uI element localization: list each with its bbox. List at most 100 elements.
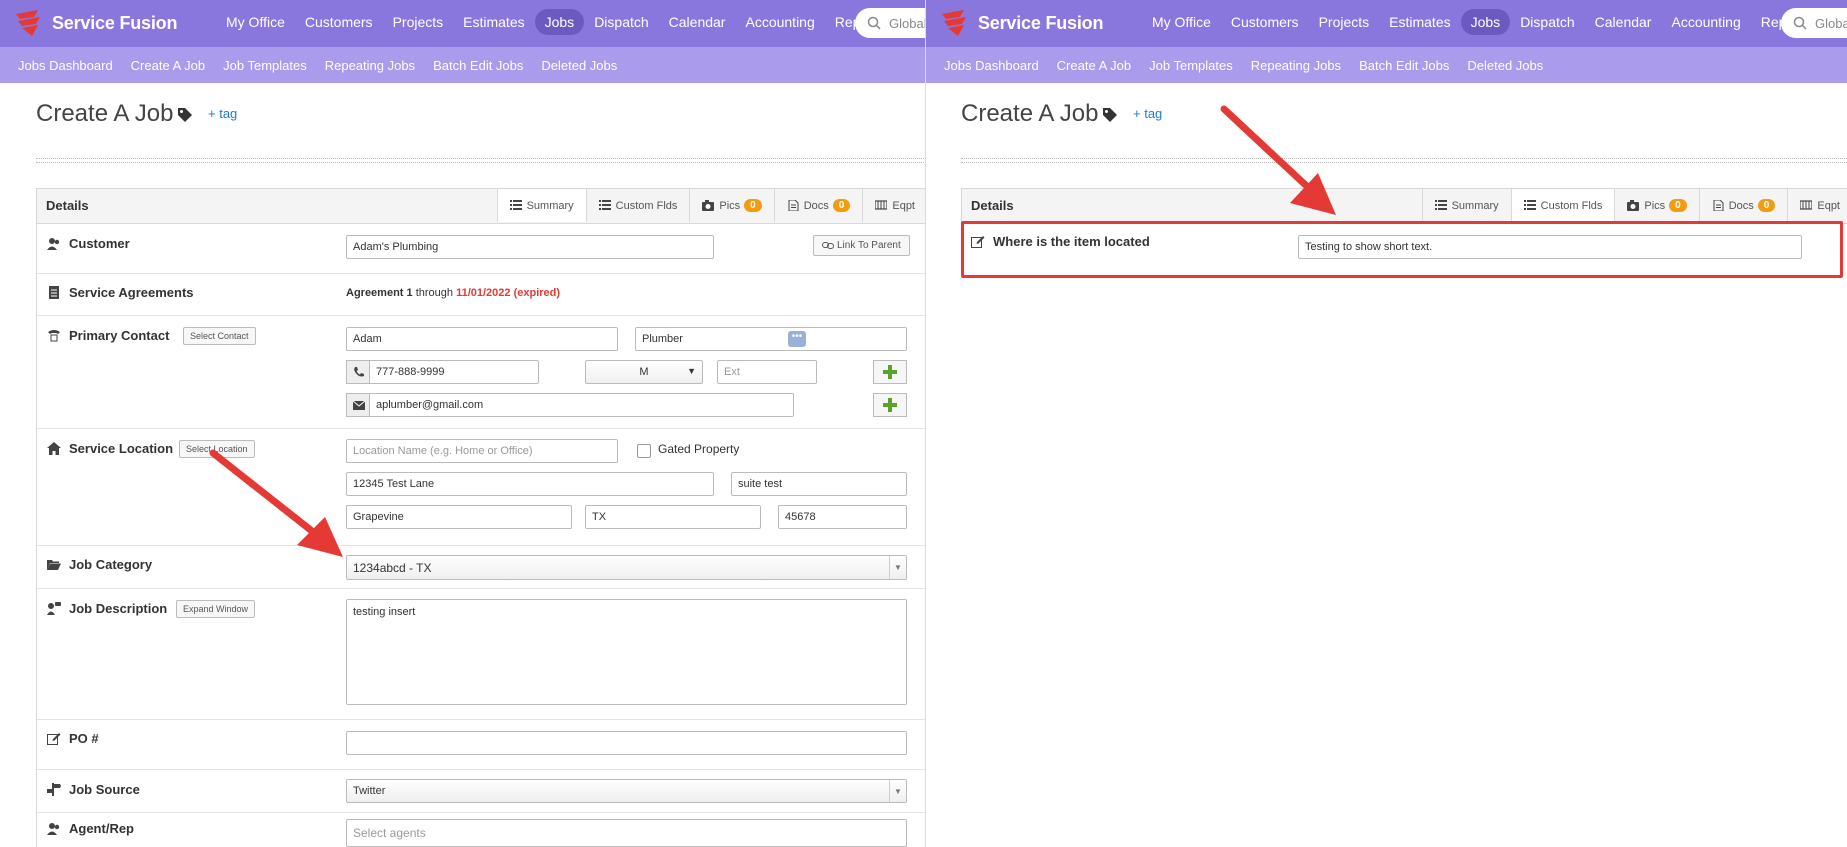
subnav-deleted-jobs[interactable]: Deleted Jobs: [1467, 58, 1543, 73]
tab-summary-label: Summary: [1451, 199, 1499, 212]
job-category-label: Job Category: [47, 557, 152, 572]
contact-last-name-input[interactable]: Plumber •••: [635, 327, 907, 351]
subnav-repeating-jobs[interactable]: Repeating Jobs: [325, 58, 415, 73]
tab-equipment[interactable]: Eqpt: [862, 189, 925, 222]
main-menu: My Office Customers Projects Estimates J…: [1142, 9, 1820, 35]
subnav-job-templates[interactable]: Job Templates: [1149, 58, 1233, 73]
equipment-icon: [874, 200, 888, 211]
tab-equipment-label: Eqpt: [892, 199, 915, 212]
nav-estimates[interactable]: Estimates: [1379, 9, 1460, 35]
sub-navigation-bar: Jobs Dashboard Create A Job Job Template…: [0, 47, 925, 83]
add-tag-link[interactable]: + tag: [208, 106, 237, 121]
agent-rep-row: Agent/Rep Select agents: [37, 813, 925, 847]
add-tag-link[interactable]: + tag: [1133, 106, 1162, 121]
state-input[interactable]: TX: [585, 505, 761, 529]
brand-name: Service Fusion: [978, 12, 1104, 33]
nav-my-office[interactable]: My Office: [1142, 9, 1221, 35]
nav-accounting[interactable]: Accounting: [735, 9, 824, 35]
customer-row: Customer Adam's Plumbing Link To Parent: [37, 224, 925, 274]
city-input[interactable]: Grapevine: [346, 505, 572, 529]
add-email-button[interactable]: [873, 393, 907, 417]
tab-pics[interactable]: Pics 0: [689, 189, 774, 222]
nav-projects[interactable]: Projects: [1309, 9, 1380, 35]
contact-first-name-input[interactable]: Adam: [346, 327, 618, 351]
zip-input[interactable]: 45678: [778, 505, 907, 529]
email-input[interactable]: aplumber@gmail.com: [369, 393, 794, 417]
link-to-parent-button[interactable]: Link To Parent: [813, 235, 910, 256]
brand-name: Service Fusion: [52, 12, 178, 33]
select-location-button[interactable]: Select Location: [179, 440, 255, 458]
global-search-input[interactable]: Global Search: [1781, 8, 1847, 38]
tag-icon: [1102, 107, 1118, 123]
phone-type-select[interactable]: M ▼: [585, 360, 703, 384]
phone-ext-input[interactable]: Ext: [717, 360, 817, 384]
location-name-input[interactable]: Location Name (e.g. Home or Office): [346, 439, 618, 463]
street-address-input[interactable]: 12345 Test Lane: [346, 472, 714, 496]
nav-accounting[interactable]: Accounting: [1661, 9, 1750, 35]
nav-dispatch[interactable]: Dispatch: [584, 9, 658, 35]
plus-icon: [883, 398, 897, 412]
nav-dispatch[interactable]: Dispatch: [1510, 9, 1584, 35]
chevron-down-icon: ▼: [687, 366, 696, 376]
nav-projects[interactable]: Projects: [383, 9, 454, 35]
subnav-batch-edit-jobs[interactable]: Batch Edit Jobs: [433, 58, 523, 73]
brand-logo[interactable]: Service Fusion: [14, 8, 177, 38]
gated-property-label: Gated Property: [658, 442, 740, 456]
customer-input[interactable]: Adam's Plumbing: [346, 235, 714, 259]
job-description-textarea[interactable]: testing insert: [346, 599, 907, 705]
tab-custom-fields-label: Custom Flds: [1540, 199, 1603, 212]
subnav-repeating-jobs[interactable]: Repeating Jobs: [1251, 58, 1341, 73]
job-category-select[interactable]: 1234abcd - TX ▼: [346, 555, 907, 580]
tab-custom-fields-label: Custom Flds: [615, 199, 678, 212]
tab-custom-fields[interactable]: Custom Flds: [1510, 189, 1615, 222]
subnav-create-a-job[interactable]: Create A Job: [131, 58, 205, 73]
nav-calendar[interactable]: Calendar: [1585, 9, 1662, 35]
phone-icon: [47, 329, 61, 342]
tab-pics-label: Pics: [719, 199, 741, 212]
tag-icon: [177, 107, 193, 123]
gated-property-checkbox[interactable]: [637, 444, 651, 458]
page-title: Create A Job: [961, 100, 1099, 127]
brand-logo[interactable]: Service Fusion: [940, 8, 1103, 38]
agent-select-input[interactable]: Select agents: [346, 819, 907, 847]
subnav-batch-edit-jobs[interactable]: Batch Edit Jobs: [1359, 58, 1449, 73]
tab-docs[interactable]: Docs 0: [773, 189, 863, 222]
nav-jobs[interactable]: Jobs: [1460, 9, 1511, 35]
nav-customers[interactable]: Customers: [295, 9, 383, 35]
job-details-card: Details Summary Custom Flds Pics 0 Docs …: [36, 188, 925, 847]
right-screenshot-panel: Service Fusion My Office Customers Proje…: [926, 0, 1847, 847]
job-description-label: Job Description: [47, 601, 167, 616]
nav-calendar[interactable]: Calendar: [659, 9, 736, 35]
agreement-status: Agreement 1 through 11/01/2022 (expired): [346, 287, 560, 299]
select-contact-button[interactable]: Select Contact: [183, 327, 256, 345]
service-fusion-logo-icon: [940, 8, 972, 38]
top-navigation-bar: Service Fusion My Office Customers Proje…: [926, 0, 1847, 47]
subnav-create-a-job[interactable]: Create A Job: [1057, 58, 1131, 73]
document-icon: [1712, 199, 1724, 212]
job-source-select[interactable]: Twitter ▼: [346, 779, 907, 803]
add-phone-button[interactable]: [873, 360, 907, 384]
nav-estimates[interactable]: Estimates: [453, 9, 534, 35]
tab-custom-fields[interactable]: Custom Flds: [585, 189, 690, 222]
nav-jobs[interactable]: Jobs: [534, 9, 585, 35]
nav-customers[interactable]: Customers: [1221, 9, 1309, 35]
nav-my-office[interactable]: My Office: [216, 9, 295, 35]
po-number-input[interactable]: [346, 731, 907, 755]
suite-input[interactable]: suite test: [731, 472, 907, 496]
tab-pics[interactable]: Pics 0: [1614, 189, 1699, 222]
tab-summary[interactable]: Summary: [496, 189, 586, 222]
main-menu: My Office Customers Projects Estimates J…: [216, 9, 894, 35]
expand-window-button[interactable]: Expand Window: [176, 600, 256, 618]
subnav-job-templates[interactable]: Job Templates: [223, 58, 307, 73]
phone-input[interactable]: 777-888-9999: [369, 360, 539, 384]
tab-equipment[interactable]: Eqpt: [1787, 189, 1847, 222]
subnav-deleted-jobs[interactable]: Deleted Jobs: [541, 58, 617, 73]
tab-docs[interactable]: Docs 0: [1698, 189, 1788, 222]
subnav-jobs-dashboard[interactable]: Jobs Dashboard: [18, 58, 113, 73]
plus-icon: [883, 365, 897, 379]
more-options-icon[interactable]: •••: [788, 331, 806, 347]
subnav-jobs-dashboard[interactable]: Jobs Dashboard: [944, 58, 1039, 73]
card-header: Details Summary Custom Flds Pics 0 Docs …: [962, 189, 1847, 224]
tab-summary[interactable]: Summary: [1421, 189, 1511, 222]
global-search-input[interactable]: Global Search: [855, 8, 925, 38]
